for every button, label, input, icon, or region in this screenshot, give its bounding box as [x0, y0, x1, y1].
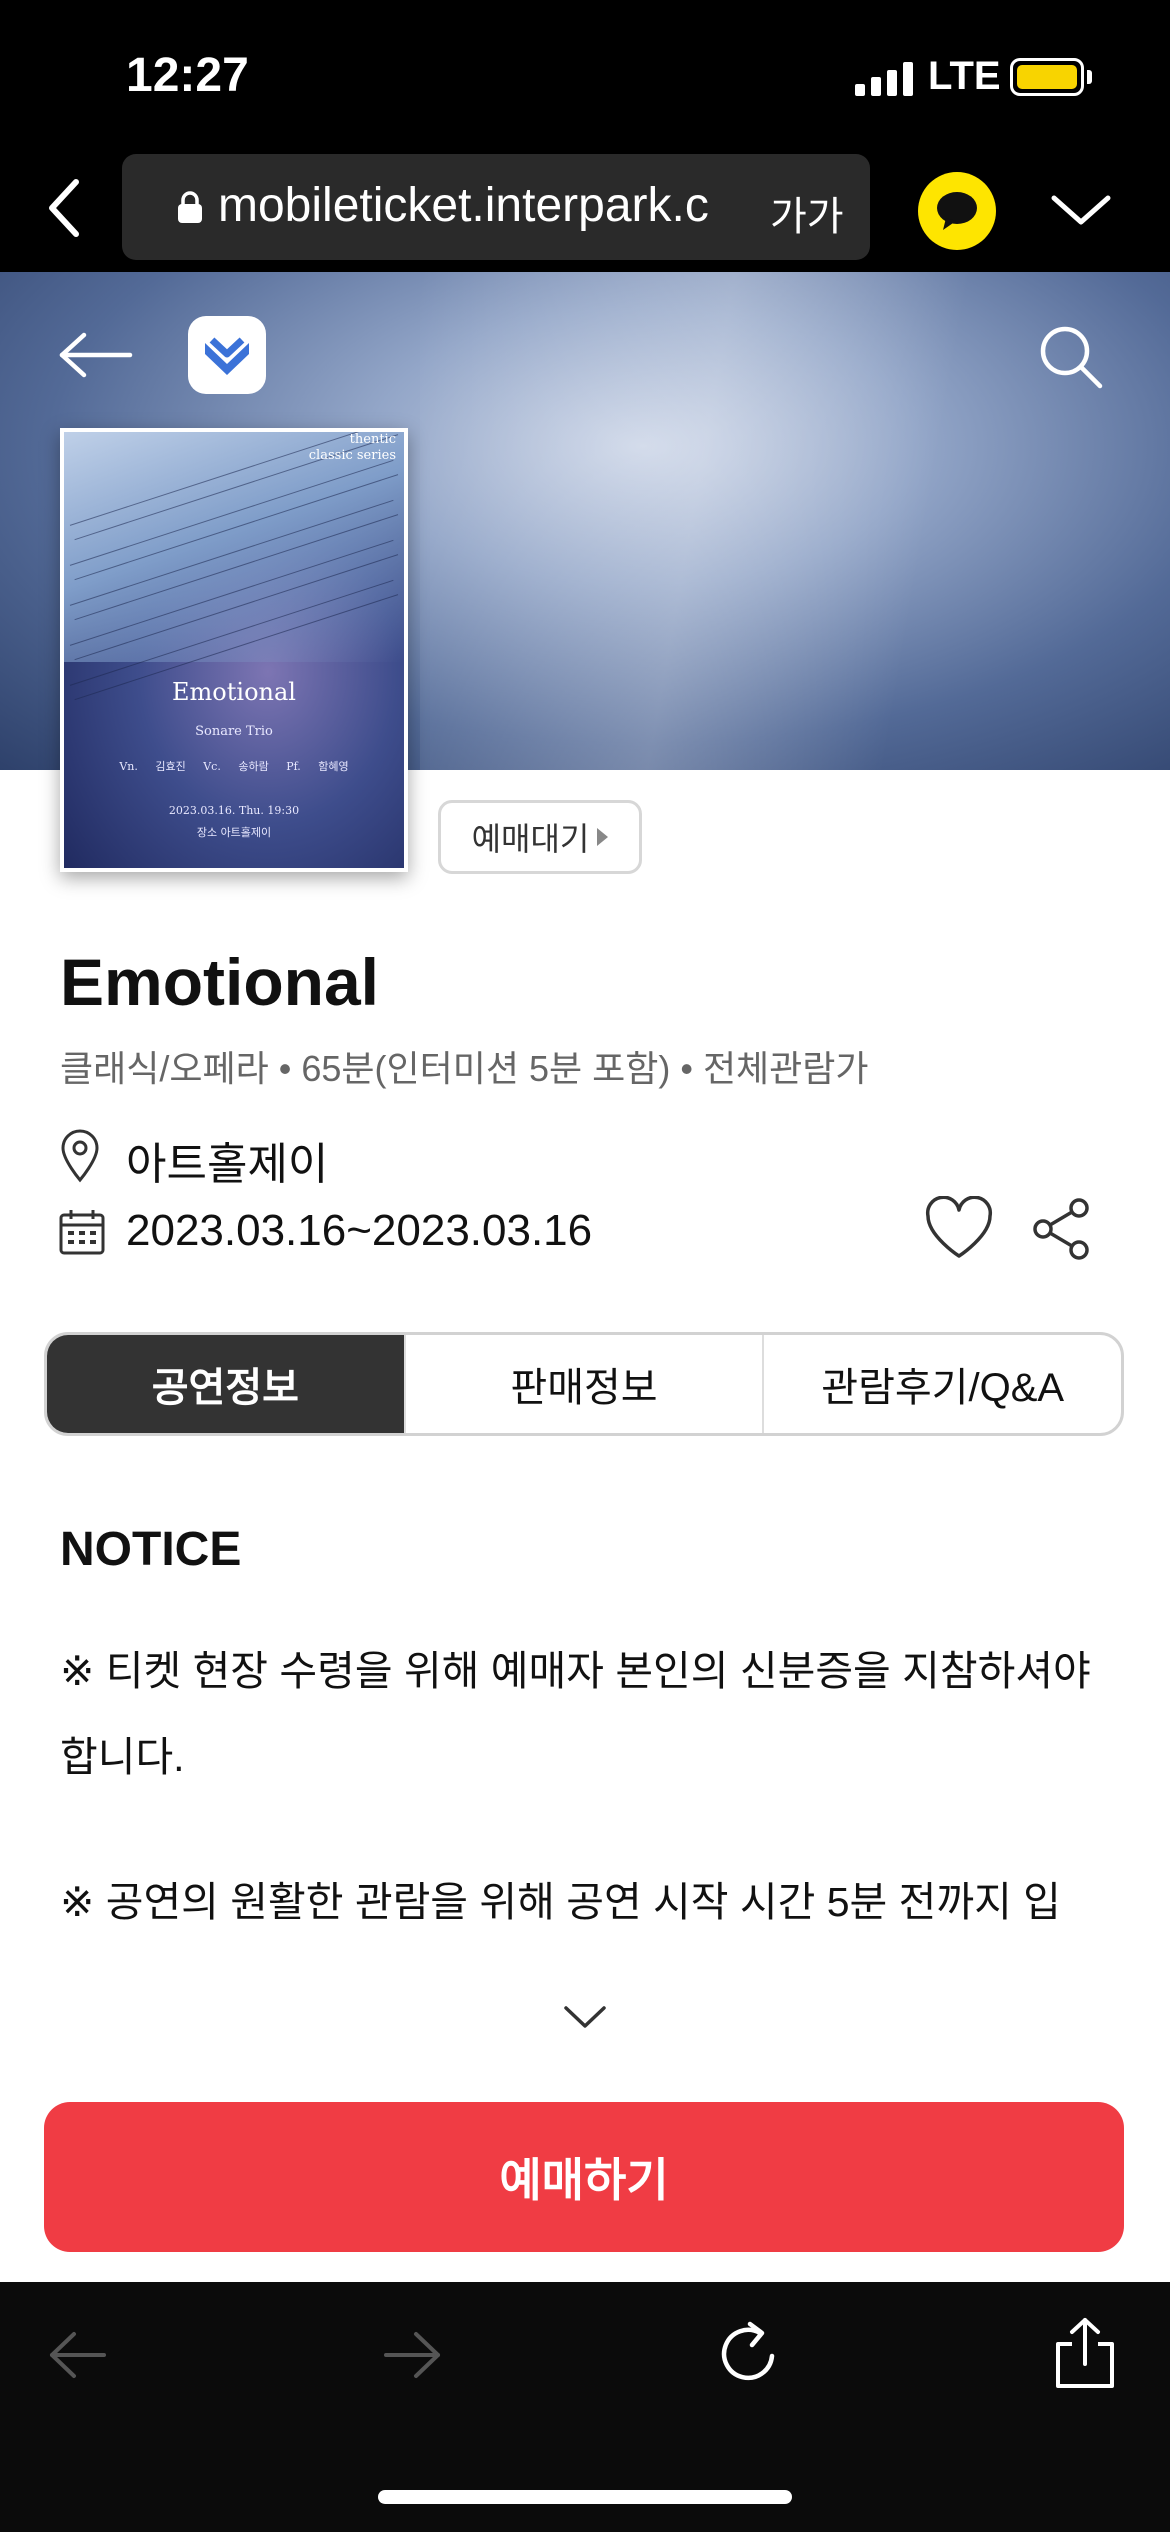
chevron-left-icon[interactable] — [40, 168, 100, 248]
poster-series: thentic classic series — [309, 432, 396, 464]
notice-item: ※ 티켓 현장 수령을 위해 예매자 본인의 신분증을 지참하셔야 합니다. — [60, 1648, 1091, 1780]
poster-music-sheet — [64, 432, 404, 701]
arrow-left-icon[interactable] — [46, 2326, 110, 2384]
arrow-right-icon[interactable] — [380, 2326, 444, 2384]
poster-series-name: thentic — [349, 432, 396, 447]
poster-ensemble: Sonare Trio — [195, 724, 273, 739]
reload-icon[interactable] — [714, 2318, 784, 2390]
poster-venue: 장소 아트홀제이 — [196, 826, 272, 839]
search-icon[interactable] — [1036, 322, 1106, 392]
tab-sales-info[interactable]: 판매정보 — [403, 1335, 763, 1433]
poster-players: Vn. 김효진 Vc. 송하람 Pf. 함혜영 — [119, 760, 349, 773]
cellular-signal-icon — [855, 62, 913, 96]
url-text[interactable]: mobileticket.interpark.c — [218, 178, 766, 233]
notice-heading: NOTICE — [60, 1523, 242, 1576]
book-button[interactable]: 예매하기 — [44, 2102, 1124, 2252]
sale-status-button[interactable]: 예매대기 — [438, 800, 642, 874]
calendar-icon — [59, 1210, 105, 1255]
poster-date: 2023.03.16. Thu. 19:30 — [168, 804, 300, 817]
tab-performance-info[interactable]: 공연정보 — [47, 1335, 404, 1433]
notice-item: ※ 공연의 원활한 관람을 위해 공연 시작 시간 5분 전까지 입 — [60, 1879, 1061, 1925]
battery-tip — [1087, 70, 1092, 84]
battery-icon — [1010, 58, 1084, 96]
text-size-button[interactable]: 가가 — [770, 184, 844, 242]
event-dates: 2023.03.16~2023.03.16 — [126, 1206, 593, 1255]
poster-series-sub: classic series — [308, 448, 396, 463]
detail-tabs: 공연정보 판매정보 관람후기/Q&A — [44, 1332, 1124, 1436]
sale-status-label: 예매대기 — [471, 821, 590, 857]
poster-title: Emotional — [172, 678, 296, 706]
chevron-down-icon[interactable] — [1048, 190, 1114, 230]
status-time: 12:27 — [126, 49, 249, 102]
heart-icon[interactable] — [924, 1196, 994, 1262]
location-pin-icon — [61, 1129, 99, 1183]
event-title: Emotional — [60, 945, 380, 1019]
arrow-left-icon[interactable] — [56, 330, 136, 380]
kakao-talk-icon[interactable] — [918, 172, 996, 250]
tab-reviews-qa[interactable]: 관람후기/Q&A — [762, 1335, 1121, 1433]
event-meta: 클래식/오페라 • 65분(인터미션 5분 포함) • 전체관람가 — [60, 1048, 869, 1089]
interpark-logo-icon[interactable] — [188, 316, 266, 394]
network-type: LTE — [928, 54, 1001, 98]
chevron-down-icon[interactable] — [562, 2002, 608, 2032]
home-indicator — [378, 2490, 792, 2504]
play-triangle-icon — [597, 828, 609, 846]
lock-icon — [178, 191, 202, 223]
share-upload-icon[interactable] — [1052, 2316, 1118, 2390]
hero-light — [420, 272, 1120, 770]
event-venue[interactable]: 아트홀제이 — [126, 1128, 328, 1192]
event-poster[interactable]: thentic classic series Emotional Sonare … — [60, 428, 408, 872]
share-icon[interactable] — [1030, 1196, 1092, 1262]
